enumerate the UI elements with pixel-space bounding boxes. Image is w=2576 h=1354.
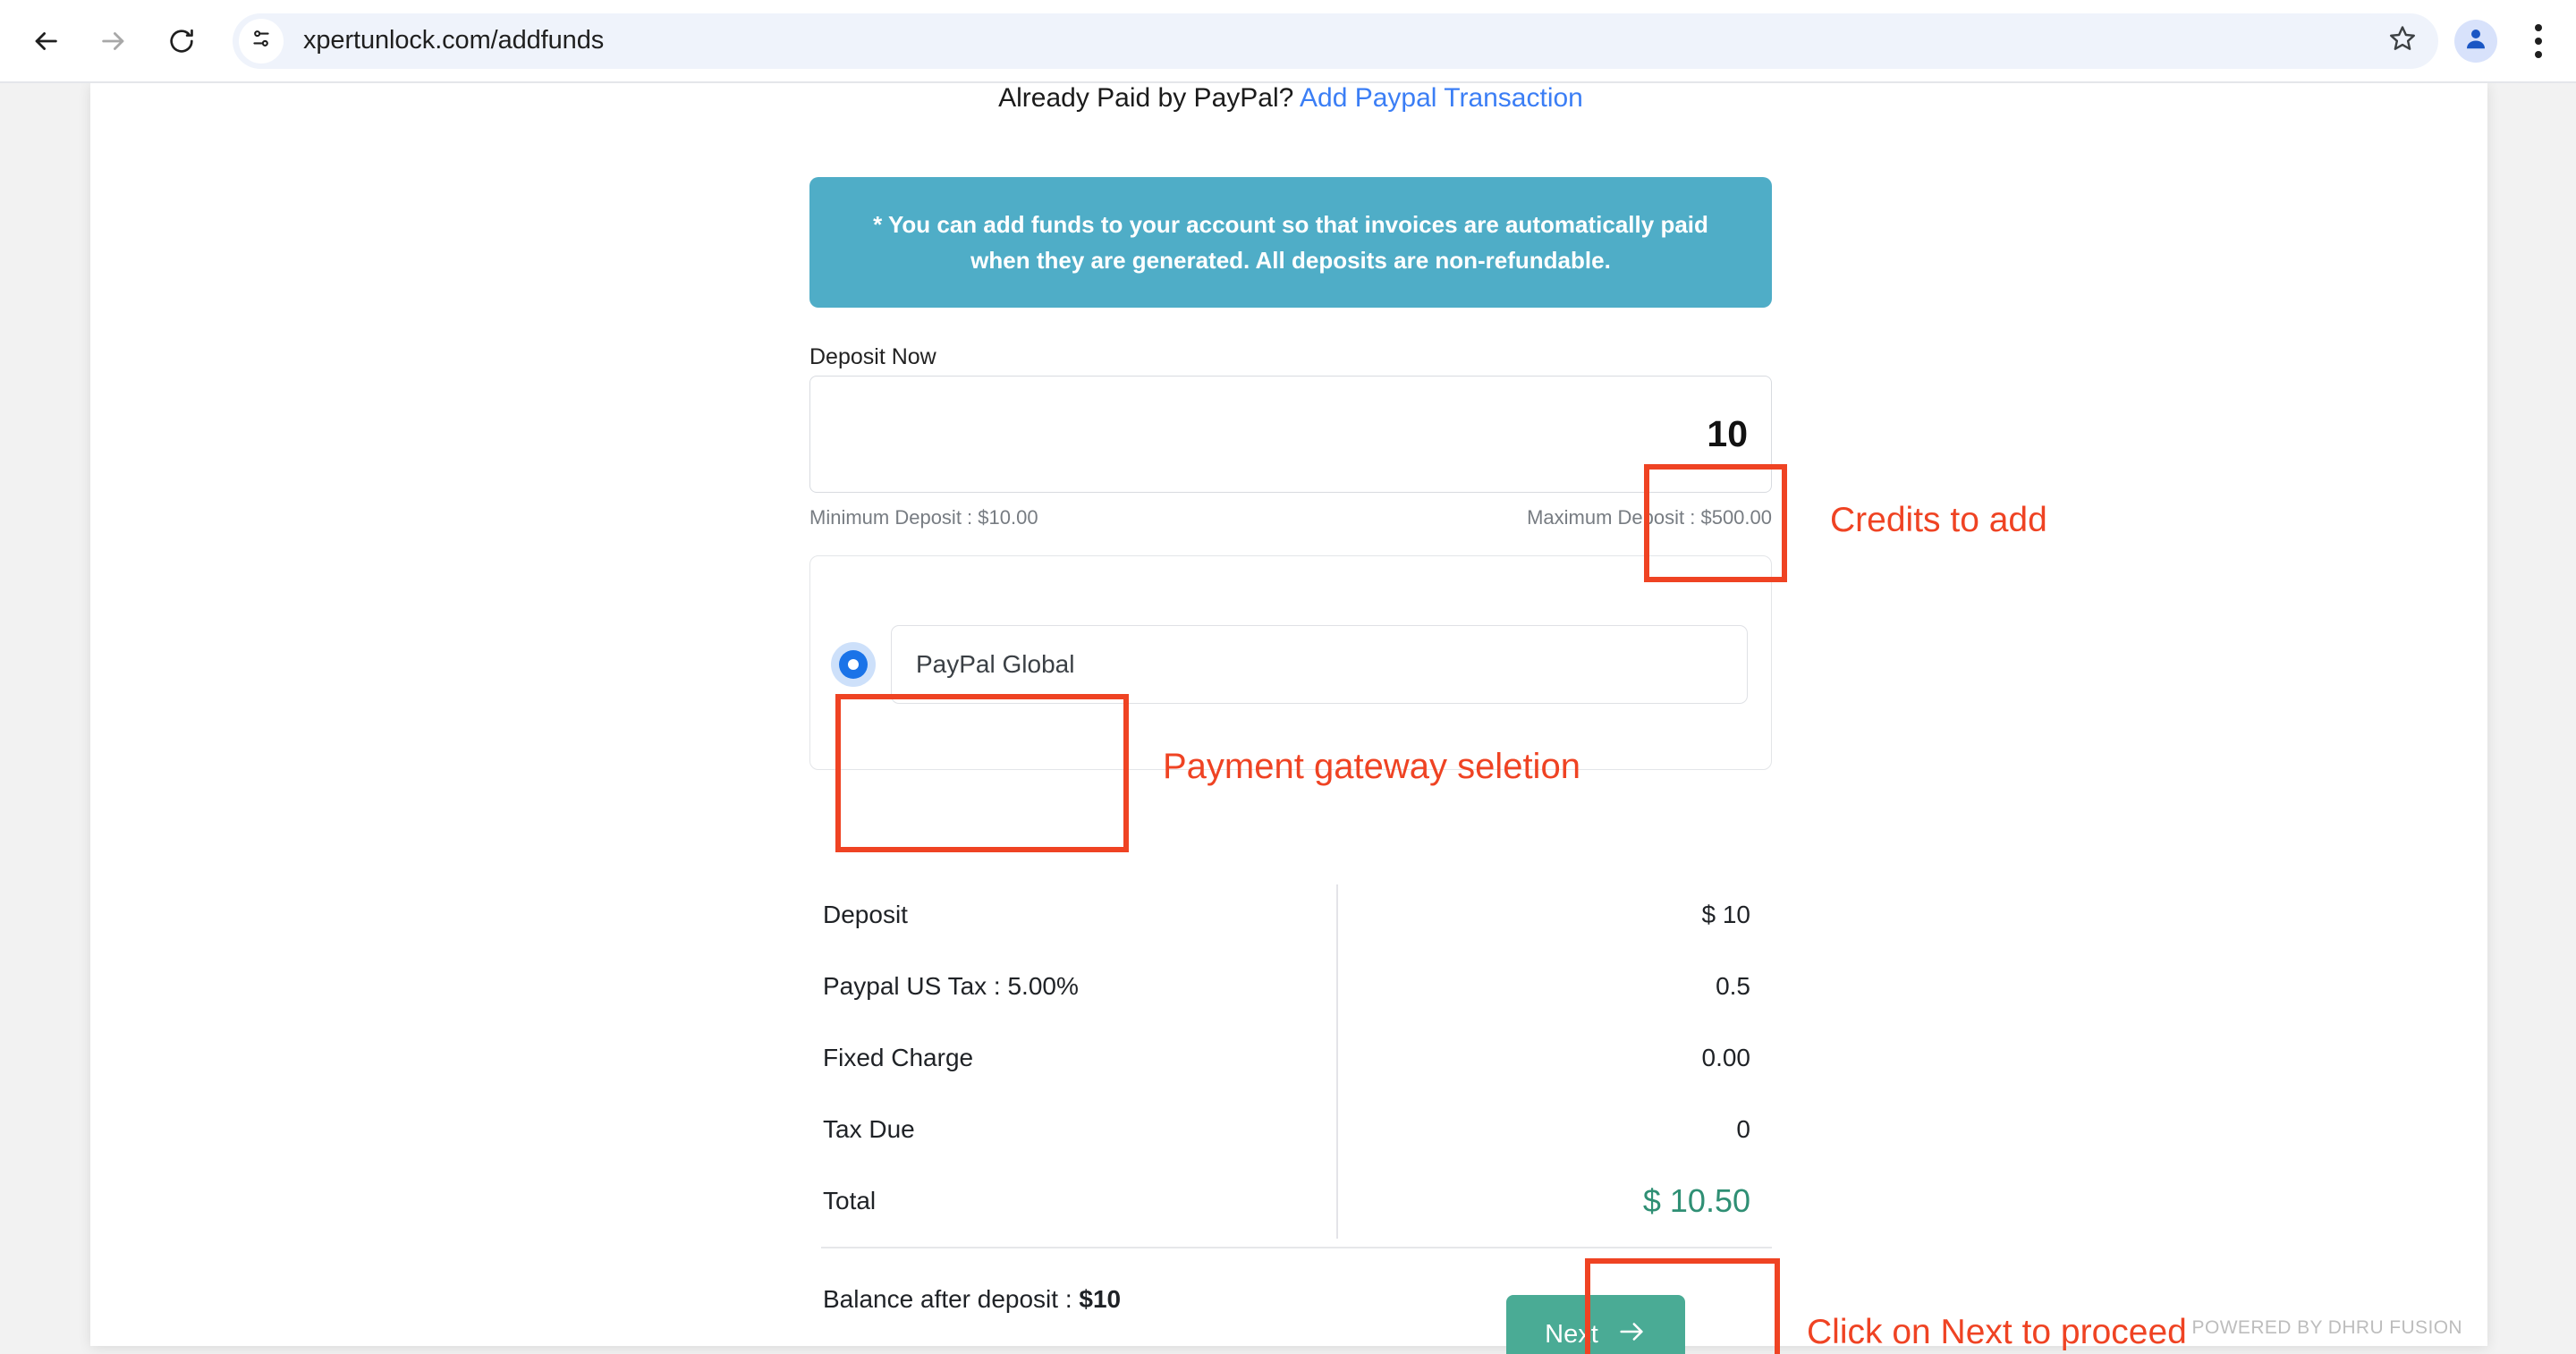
gateway-option-label: PayPal Global xyxy=(916,650,1075,678)
profile-avatar[interactable] xyxy=(2454,19,2497,63)
bookmark-button[interactable] xyxy=(2383,21,2422,61)
next-button-label: Next xyxy=(1545,1320,1598,1349)
reload-icon xyxy=(167,27,196,55)
maximum-deposit-note: Maximum Deposit : $500.00 xyxy=(1527,506,1772,529)
radio-paypal-global[interactable] xyxy=(839,650,868,679)
balance-after-deposit: Balance after deposit : $10 xyxy=(823,1285,1121,1314)
summary-label: Deposit xyxy=(823,901,908,928)
deposit-amount-input[interactable] xyxy=(809,376,1772,493)
summary-label: Fixed Charge xyxy=(823,1044,974,1071)
gateway-option-paypal-global[interactable]: PayPal Global xyxy=(891,625,1748,704)
table-row-total: Total $ 10.50 xyxy=(821,1165,1772,1237)
site-settings-icon xyxy=(250,27,273,55)
page-card: Already Paid by PayPal? Add Paypal Trans… xyxy=(90,83,2487,1354)
browser-toolbar: xpertunlock.com/addfunds xyxy=(0,0,2576,83)
arrow-right-icon xyxy=(1616,1316,1647,1354)
summary-label: Paypal US Tax : 5.00% xyxy=(823,972,1079,1000)
reload-button[interactable] xyxy=(154,13,209,69)
address-bar[interactable]: xpertunlock.com/addfunds xyxy=(233,13,2438,69)
summary-value: 0.5 xyxy=(1716,972,1750,1000)
table-row: Deposit $ 10 xyxy=(821,879,1772,951)
url-text: xpertunlock.com/addfunds xyxy=(303,26,605,55)
three-dot-menu-icon xyxy=(2535,23,2542,31)
profile-avatar-icon xyxy=(2462,25,2489,56)
info-banner-text: * You can add funds to your account so t… xyxy=(873,210,1708,274)
already-paid-label: Already Paid by PayPal? xyxy=(998,83,1294,113)
back-button[interactable] xyxy=(18,13,73,69)
deposit-now-label: Deposit Now xyxy=(809,344,936,369)
three-dot-menu-icon-dot2 xyxy=(2535,37,2542,45)
balance-after-deposit-value: $10 xyxy=(1079,1285,1122,1313)
total-value: $ 10.50 xyxy=(1642,1182,1750,1219)
balance-after-deposit-label: Balance after deposit : xyxy=(823,1285,1080,1313)
minimum-deposit-note: Minimum Deposit : $10.00 xyxy=(809,506,1038,529)
already-paid-row: Already Paid by PayPal? Add Paypal Trans… xyxy=(809,83,1772,114)
info-banner: * You can add funds to your account so t… xyxy=(809,177,1772,308)
back-arrow-icon xyxy=(30,26,61,56)
table-row: Tax Due 0 xyxy=(821,1094,1772,1165)
annotation-label-gateway: Payment gateway seletion xyxy=(1163,747,1580,786)
table-row: Paypal US Tax : 5.00% 0.5 xyxy=(821,951,1772,1022)
summary-table: Deposit $ 10 Paypal US Tax : 5.00% 0.5 F… xyxy=(821,879,1772,1239)
three-dot-menu-icon-dot3 xyxy=(2535,50,2542,58)
deposit-input-wrapper xyxy=(809,376,1772,493)
bottom-divider xyxy=(821,1247,1772,1248)
summary-value: 0 xyxy=(1736,1115,1750,1143)
annotation-label-credits: Credits to add xyxy=(1830,501,2047,539)
forward-button[interactable] xyxy=(86,13,141,69)
page-viewport: Already Paid by PayPal? Add Paypal Trans… xyxy=(0,83,2576,1354)
summary-label: Tax Due xyxy=(823,1115,915,1143)
total-label: Total xyxy=(823,1187,877,1214)
table-row: Fixed Charge 0.00 xyxy=(821,1022,1772,1094)
site-info-button[interactable] xyxy=(239,18,284,63)
annotation-label-next: Click on Next to proceed xyxy=(1807,1313,2187,1351)
summary-value: 0.00 xyxy=(1701,1044,1751,1071)
payment-gateway-panel: PayPal Global xyxy=(809,555,1772,770)
gateway-option-row[interactable]: PayPal Global xyxy=(835,625,1748,704)
add-paypal-transaction-link[interactable]: Add Paypal Transaction xyxy=(1300,83,1583,113)
next-button[interactable]: Next xyxy=(1506,1295,1685,1354)
forward-arrow-icon xyxy=(98,26,129,56)
powered-by-footer: POWERED BY DHRU FUSION xyxy=(2191,1317,2462,1338)
browser-menu-button[interactable] xyxy=(2517,18,2560,64)
bookmark-star-icon xyxy=(2388,24,2417,57)
summary-value: $ 10 xyxy=(1701,901,1751,928)
